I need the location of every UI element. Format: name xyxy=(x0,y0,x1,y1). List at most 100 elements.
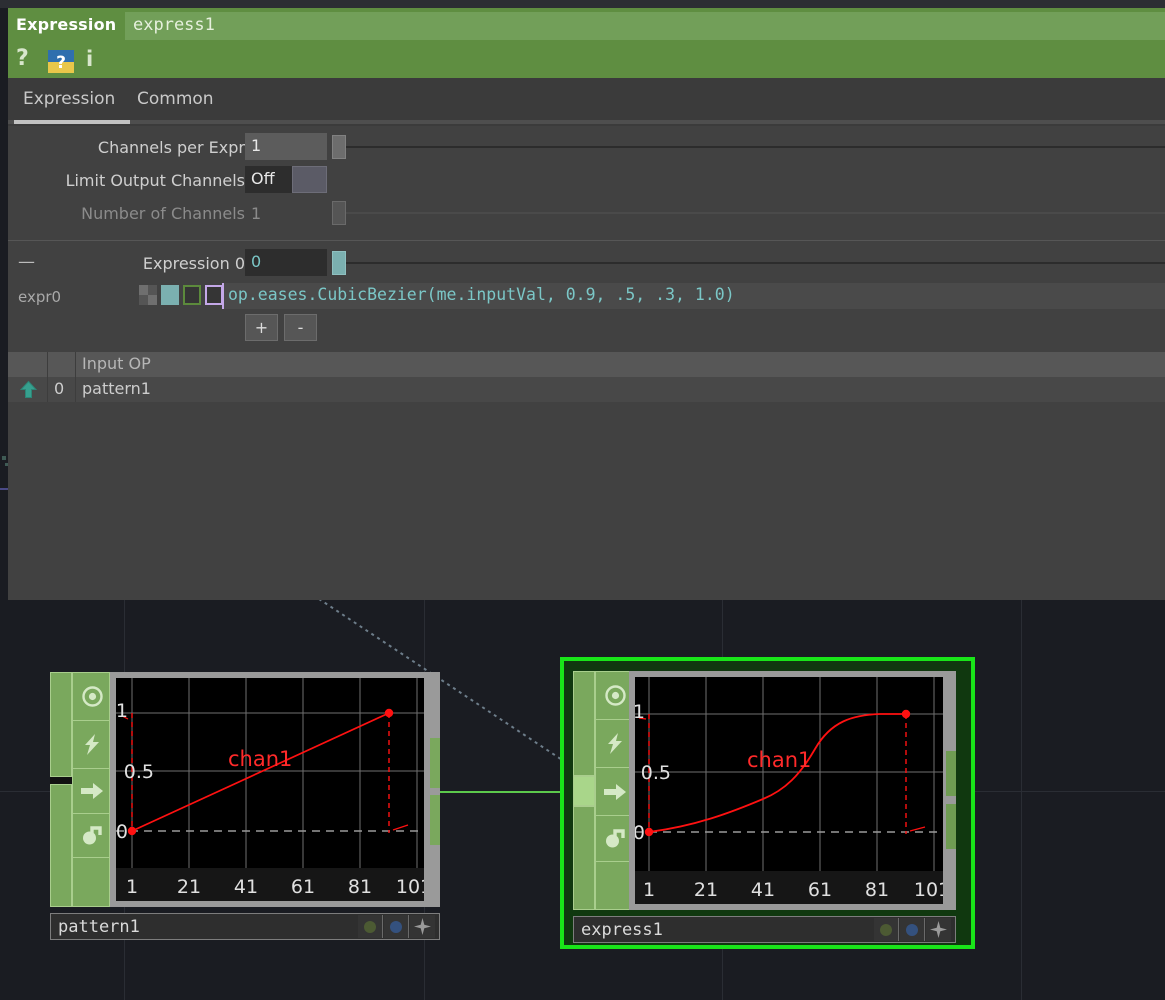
param-slider-handle[interactable] xyxy=(332,251,346,275)
node-scroll-thumb-bottom[interactable] xyxy=(946,804,956,849)
svg-text:61: 61 xyxy=(808,879,832,901)
input-op-table: Input OP 0 pattern1 xyxy=(8,352,1165,402)
flag-empty[interactable] xyxy=(73,858,109,908)
node-name-label[interactable]: pattern1 xyxy=(58,917,140,937)
viewer-active-icon[interactable] xyxy=(596,672,632,720)
help-icon[interactable]: ? xyxy=(16,46,29,71)
collapse-toggle[interactable]: — xyxy=(18,252,35,272)
param-label: Number of Channels xyxy=(81,204,245,223)
node-left-flag-selected[interactable] xyxy=(573,776,595,806)
dialog-iconbar: ? ? i xyxy=(8,44,1165,78)
gutter-tick-2 xyxy=(5,463,8,466)
node-scroll-thumb-bottom[interactable] xyxy=(430,795,440,845)
add-expression-button[interactable]: + xyxy=(245,314,278,341)
node-wire-pattern1-to-express1[interactable] xyxy=(430,791,580,793)
bookmark-star-icon[interactable] xyxy=(926,918,951,941)
bypass-icon[interactable] xyxy=(73,721,109,769)
svg-text:41: 41 xyxy=(751,879,775,901)
bypass-icon[interactable] xyxy=(596,720,632,768)
clone-icon[interactable] xyxy=(73,814,109,858)
table-header-cell-1 xyxy=(48,352,76,377)
node-pattern1[interactable]: 1 0.5 0 chan1 1 21 41 61 81 101 xyxy=(50,672,440,946)
node-footer-buttons[interactable] xyxy=(874,918,952,941)
node-flag-column[interactable] xyxy=(595,671,633,910)
param-value-text: 1 xyxy=(251,204,262,223)
param-row-channels-per-expr: Channels per Expr 1 xyxy=(8,133,1165,166)
param-menu-dropdown[interactable] xyxy=(292,166,327,193)
network-editor[interactable]: 1 0.5 0 chan1 1 21 41 61 81 101 xyxy=(0,600,1165,1000)
param-value-field[interactable]: 1 xyxy=(245,133,327,160)
node-scroll-thumb-top[interactable] xyxy=(430,738,440,788)
remove-expression-button[interactable]: - xyxy=(284,314,317,341)
svg-text:101: 101 xyxy=(396,876,424,898)
svg-text:41: 41 xyxy=(234,876,258,898)
flag-divider xyxy=(50,777,72,784)
clone-icon[interactable] xyxy=(596,816,632,862)
svg-text:101: 101 xyxy=(914,879,943,901)
node-footer-buttons[interactable] xyxy=(358,915,436,938)
svg-text:81: 81 xyxy=(348,876,372,898)
tab-common[interactable]: Common xyxy=(137,89,214,109)
param-row-expression-0: — Expression 0 0 xyxy=(8,249,1165,282)
purple-outline-swatch-icon[interactable] xyxy=(205,285,223,305)
table-header-row: Input OP xyxy=(8,352,1165,377)
row-input-op-cell[interactable]: pattern1 xyxy=(76,377,1165,402)
param-slider-track xyxy=(346,212,1165,214)
teal-swatch-icon[interactable] xyxy=(161,285,179,305)
node-scrollbar[interactable] xyxy=(430,672,440,907)
up-arrow-icon[interactable] xyxy=(19,380,38,399)
window-top-strip xyxy=(0,0,1165,8)
expr-mode-swatches xyxy=(139,285,223,306)
bookmark-star-icon[interactable] xyxy=(410,915,435,938)
checker-swatch-icon[interactable] xyxy=(139,285,157,305)
render-icon[interactable] xyxy=(73,769,109,814)
param-label: Expression 0 xyxy=(142,254,245,273)
svg-text:1: 1 xyxy=(643,879,655,901)
param-slider-handle[interactable] xyxy=(332,135,346,159)
expr-row-label: expr0 xyxy=(18,288,62,306)
node-flag-column[interactable] xyxy=(72,672,110,907)
param-menu-value[interactable]: Off xyxy=(245,166,292,193)
svg-text:0.5: 0.5 xyxy=(641,762,671,784)
node-left-flag-bottom[interactable] xyxy=(50,784,72,907)
node-name-label[interactable]: express1 xyxy=(581,920,663,940)
svg-text:1: 1 xyxy=(116,700,128,722)
node-viewer-chart[interactable]: 1 0.5 0 chan1 1 21 41 61 81 101 xyxy=(116,678,424,901)
viewer-dot-icon[interactable] xyxy=(874,918,899,941)
row-arrow-cell[interactable] xyxy=(8,377,48,402)
node-left-flag-top[interactable] xyxy=(573,671,595,776)
expression-input[interactable]: op.eases.CubicBezier(me.inputVal, 0.9, .… xyxy=(224,283,1165,309)
gutter-accent-line xyxy=(0,488,8,490)
table-row[interactable]: 0 pattern1 xyxy=(8,377,1165,402)
node-left-flag-top[interactable] xyxy=(50,672,72,777)
param-slider-track[interactable] xyxy=(346,146,1165,148)
node-footer[interactable]: pattern1 xyxy=(50,913,440,940)
svg-text:61: 61 xyxy=(291,876,315,898)
op-name-field[interactable]: express1 xyxy=(125,12,1165,40)
node-footer[interactable]: express1 xyxy=(573,916,956,943)
clone-dot-icon[interactable] xyxy=(384,915,409,938)
flag-empty[interactable] xyxy=(596,862,632,911)
row-index-cell: 0 xyxy=(48,377,76,402)
node-scroll-thumb-top[interactable] xyxy=(946,751,956,796)
param-slider-track[interactable] xyxy=(346,262,1165,264)
viewer-dot-icon[interactable] xyxy=(358,915,383,938)
tab-active-indicator xyxy=(14,120,130,124)
svg-text:21: 21 xyxy=(694,879,718,901)
node-scrollbar[interactable] xyxy=(946,671,956,910)
svg-text:0: 0 xyxy=(635,822,645,844)
param-label: Limit Output Channels xyxy=(65,171,245,190)
clone-dot-icon[interactable] xyxy=(900,918,925,941)
svg-text:81: 81 xyxy=(865,879,889,901)
param-value-field[interactable]: 0 xyxy=(245,249,327,276)
node-viewer-chart[interactable]: 1 0.5 0 chan1 1 21 41 61 81 101 xyxy=(635,677,943,904)
info-icon[interactable]: i xyxy=(86,47,93,71)
svg-text:1: 1 xyxy=(126,876,138,898)
render-icon[interactable] xyxy=(596,768,632,816)
node-express1[interactable]: 1 0.5 0 chan1 1 21 41 61 81 101 ex xyxy=(560,657,975,949)
viewer-active-icon[interactable] xyxy=(73,673,109,721)
tab-expression[interactable]: Expression xyxy=(23,89,115,109)
green-outline-swatch-icon[interactable] xyxy=(183,285,201,305)
help-browser-icon[interactable]: ? xyxy=(48,50,74,73)
node-left-flag-bottom[interactable] xyxy=(573,806,595,910)
